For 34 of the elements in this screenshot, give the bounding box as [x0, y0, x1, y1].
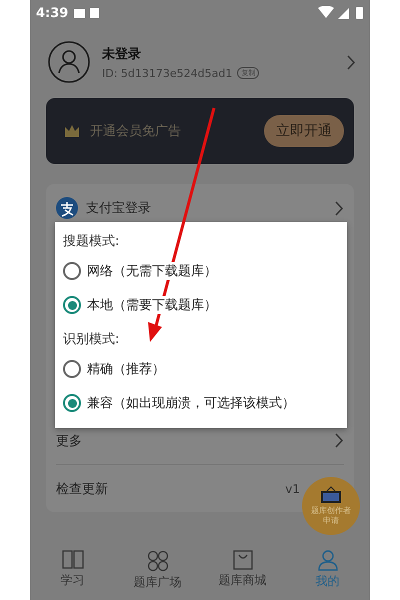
- radio-button[interactable]: [63, 394, 81, 412]
- section-title: 识别模式:: [63, 331, 120, 349]
- user-id: ID: 5d13173e524d5ad1: [102, 66, 232, 80]
- bag-icon: [232, 550, 252, 570]
- book-icon: [62, 550, 84, 570]
- nav-tab[interactable]: 题库商城: [200, 548, 285, 600]
- grid-icon: [146, 550, 168, 572]
- image-icon: [74, 8, 86, 18]
- signal-battery-icons: [318, 6, 364, 20]
- radio-button[interactable]: [63, 262, 81, 280]
- user-name: 未登录: [102, 46, 142, 62]
- chevron-right-icon: [335, 200, 344, 216]
- vip-text: 开通会员免广告: [90, 123, 182, 140]
- radio-button[interactable]: [63, 296, 81, 314]
- crown-icon: [64, 124, 80, 138]
- chevron-right-icon: [347, 54, 356, 70]
- menu-item[interactable]: 支付宝登录: [86, 199, 327, 217]
- avatar-icon: [48, 41, 90, 83]
- menu-item[interactable]: 更多: [56, 432, 327, 450]
- creator-apply-badge[interactable]: 题库创作者申请: [302, 477, 360, 535]
- nav-tab[interactable]: 学习: [30, 548, 115, 600]
- text-icon: [90, 8, 100, 18]
- alipay-icon: [56, 197, 78, 219]
- version-text: v1: [285, 482, 300, 496]
- activate-button[interactable]: 立即开通: [264, 115, 344, 147]
- chevron-right-icon: [335, 433, 344, 448]
- section-title: 搜题模式:: [63, 233, 120, 251]
- news-board-icon: [320, 486, 342, 504]
- status-time: 4:39: [36, 6, 68, 20]
- menu-item[interactable]: 检查更新: [56, 480, 278, 498]
- radio-button[interactable]: [63, 360, 81, 378]
- nav-tab[interactable]: 题库广场: [115, 548, 200, 600]
- person-icon: [318, 550, 338, 571]
- creator-apply-text: 题库创作者申请: [310, 506, 352, 526]
